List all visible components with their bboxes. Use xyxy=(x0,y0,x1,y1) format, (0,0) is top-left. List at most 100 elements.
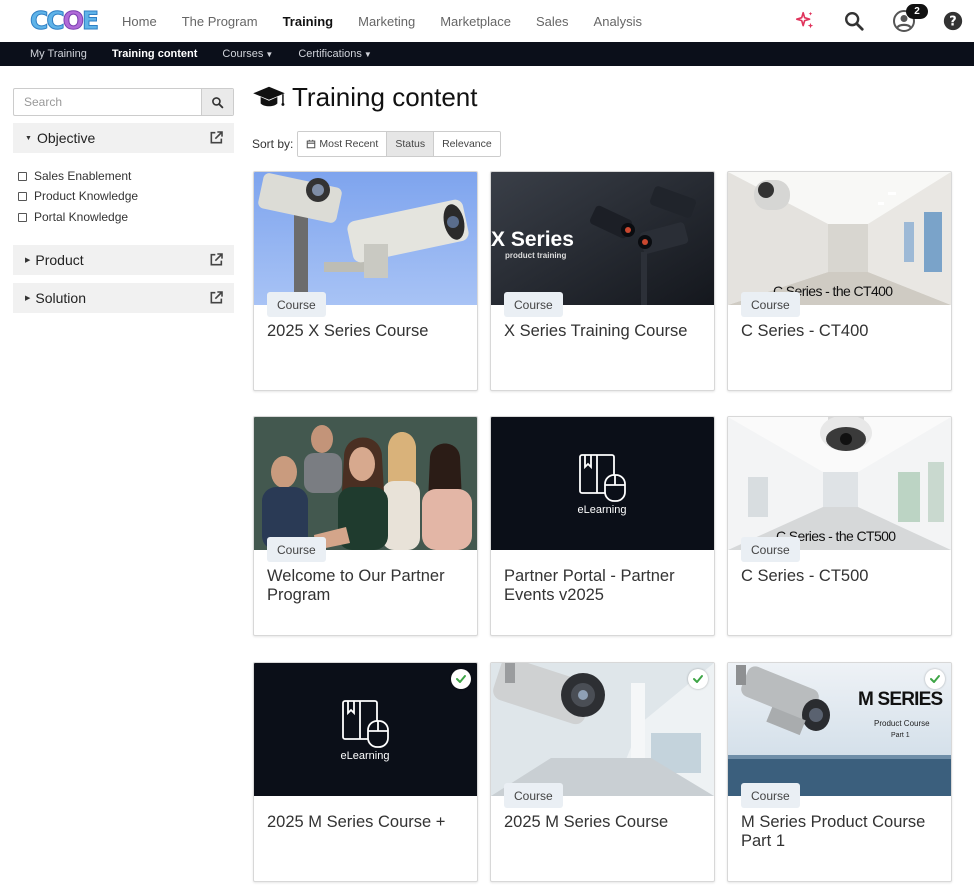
subnav-training-content[interactable]: Training content xyxy=(112,48,198,60)
content-type-badge: Course xyxy=(504,292,563,317)
sort-label: Sort by: xyxy=(252,137,294,151)
content-type-badge: Course xyxy=(741,783,800,808)
sidebar-search xyxy=(13,88,234,116)
page-header: Training content xyxy=(252,80,477,114)
facet-solution[interactable]: ▶ Solution xyxy=(13,283,234,313)
checkbox[interactable] xyxy=(18,212,27,222)
thumb-title-text: eLearning xyxy=(578,504,627,516)
subnav-my-training[interactable]: My Training xyxy=(30,48,87,60)
course-thumbnail xyxy=(254,172,477,305)
filter-option-product-knowledge[interactable]: Product Knowledge xyxy=(18,189,138,203)
course-card[interactable]: Course Welcome to Our Partner Program xyxy=(253,416,478,636)
nav-item-the-program[interactable]: The Program xyxy=(182,14,258,29)
checkbox[interactable] xyxy=(18,171,27,181)
nav-item-sales[interactable]: Sales xyxy=(536,14,569,29)
completed-check-icon xyxy=(925,669,945,689)
course-thumbnail: M SERIES Product Course Part 1 xyxy=(728,663,951,796)
course-card[interactable]: X Series product training Course X Serie… xyxy=(490,171,715,391)
logo-text-cc: CC xyxy=(30,6,66,36)
external-link-icon[interactable] xyxy=(208,290,224,306)
nav-item-marketing[interactable]: Marketing xyxy=(358,14,415,29)
filter-option-sales-enablement[interactable]: Sales Enablement xyxy=(18,169,131,183)
facet-objective[interactable]: ▼ Objective xyxy=(13,123,234,153)
content-type-badge: Course xyxy=(741,537,800,562)
sparkle-icon[interactable] xyxy=(792,8,818,34)
course-card[interactable]: C Series - the CT400 Course C Series - C… xyxy=(727,171,952,391)
filter-option-portal-knowledge[interactable]: Portal Knowledge xyxy=(18,210,128,224)
nav-item-training[interactable]: Training xyxy=(283,14,334,29)
thumb-title-text: X Series xyxy=(491,228,574,251)
course-card[interactable]: Course 2025 M Series Course xyxy=(490,662,715,882)
course-title[interactable]: 2025 M Series Course + xyxy=(267,813,467,832)
course-thumbnail xyxy=(491,663,714,796)
external-link-icon[interactable] xyxy=(208,252,224,268)
logo-text-e: E xyxy=(81,6,99,36)
help-icon[interactable]: ? xyxy=(940,8,966,34)
main-menu: Home The Program Training Marketing Mark… xyxy=(122,0,667,42)
facet-label: Product xyxy=(35,252,84,268)
option-label: Product Knowledge xyxy=(34,189,139,203)
facet-label: Solution xyxy=(35,290,86,306)
course-thumbnail xyxy=(254,417,477,550)
course-card[interactable]: M SERIES Product Course Part 1 Course M … xyxy=(727,662,952,882)
course-title[interactable]: X Series Training Course xyxy=(504,322,704,341)
thumb-subtitle-text-2: Part 1 xyxy=(891,732,910,739)
facet-product[interactable]: ▶ Product xyxy=(13,245,234,275)
chevron-down-icon: ▼ xyxy=(265,50,274,59)
course-title[interactable]: M Series Product Course Part 1 xyxy=(741,813,941,851)
sort-bar: Sort by: Most Recent Status Relevance xyxy=(252,131,501,157)
subnav-courses-label: Courses xyxy=(222,48,264,60)
checkbox[interactable] xyxy=(18,191,27,201)
page-title: Training content xyxy=(292,81,478,112)
external-link-icon[interactable] xyxy=(208,130,224,146)
option-label: Portal Knowledge xyxy=(34,210,129,224)
completed-check-icon xyxy=(688,669,708,689)
sort-relevance-button[interactable]: Relevance xyxy=(434,132,500,156)
calendar-icon xyxy=(307,139,316,149)
subnav-certifications-label: Certifications xyxy=(298,48,362,60)
course-card[interactable]: eLearning Partner Portal - Partner Event… xyxy=(490,416,715,636)
thumb-subtitle-text: product training xyxy=(505,251,566,260)
course-card[interactable]: eLearning 2025 M Series Course + xyxy=(253,662,478,882)
course-title[interactable]: C Series - CT400 xyxy=(741,322,941,341)
course-thumbnail: C Series - the CT400 xyxy=(728,172,951,305)
thumb-title-text: eLearning xyxy=(341,750,390,762)
search-icon xyxy=(212,96,224,108)
brand-logo[interactable]: CCOE xyxy=(30,6,100,36)
caret-right-icon: ▶ xyxy=(25,257,31,264)
thumb-subtitle-text: Product Course xyxy=(874,719,930,728)
option-label: Sales Enablement xyxy=(34,169,132,183)
subnav-certifications[interactable]: Certifications ▼ xyxy=(298,48,372,60)
top-navigation-bar: CCOE Home The Program Training Marketing… xyxy=(0,0,974,42)
sort-most-recent-button[interactable]: Most Recent xyxy=(298,132,388,156)
thumb-title-text: M SERIES xyxy=(858,689,943,710)
nav-item-marketplace[interactable]: Marketplace xyxy=(440,14,511,29)
course-thumbnail: C Series - the CT500 xyxy=(728,417,951,550)
course-title[interactable]: C Series - CT500 xyxy=(741,567,941,586)
content-type-badge: Course xyxy=(504,783,563,808)
nav-item-analysis[interactable]: Analysis xyxy=(594,14,642,29)
search-icon[interactable] xyxy=(841,8,867,34)
course-card[interactable]: Course 2025 X Series Course xyxy=(253,171,478,391)
subnav-courses[interactable]: Courses ▼ xyxy=(222,48,273,60)
search-submit-button[interactable] xyxy=(201,89,233,115)
course-title[interactable]: Welcome to Our Partner Program xyxy=(267,567,467,605)
nav-item-home[interactable]: Home xyxy=(122,14,157,29)
course-thumbnail: X Series product training xyxy=(491,172,714,305)
course-card[interactable]: C Series - the CT500 Course C Series - C… xyxy=(727,416,952,636)
course-title[interactable]: Partner Portal - Partner Events v2025 xyxy=(504,567,704,605)
svg-text:?: ? xyxy=(949,15,956,30)
caret-down-icon: ▼ xyxy=(25,134,32,142)
course-title[interactable]: 2025 X Series Course xyxy=(267,322,467,341)
search-input[interactable] xyxy=(14,89,202,115)
sort-option-label: Most Recent xyxy=(319,138,379,150)
chevron-down-icon: ▼ xyxy=(363,50,372,59)
sort-status-button[interactable]: Status xyxy=(387,132,435,156)
content-type-badge: Course xyxy=(267,292,326,317)
training-sub-navigation: My Training Training content Courses ▼ Ce… xyxy=(0,42,974,66)
notification-count-badge: 2 xyxy=(906,4,928,19)
graduation-cap-icon xyxy=(253,86,285,107)
sort-options: Most Recent Status Relevance xyxy=(297,131,501,157)
course-title[interactable]: 2025 M Series Course xyxy=(504,813,704,832)
content-type-badge: Course xyxy=(741,292,800,317)
